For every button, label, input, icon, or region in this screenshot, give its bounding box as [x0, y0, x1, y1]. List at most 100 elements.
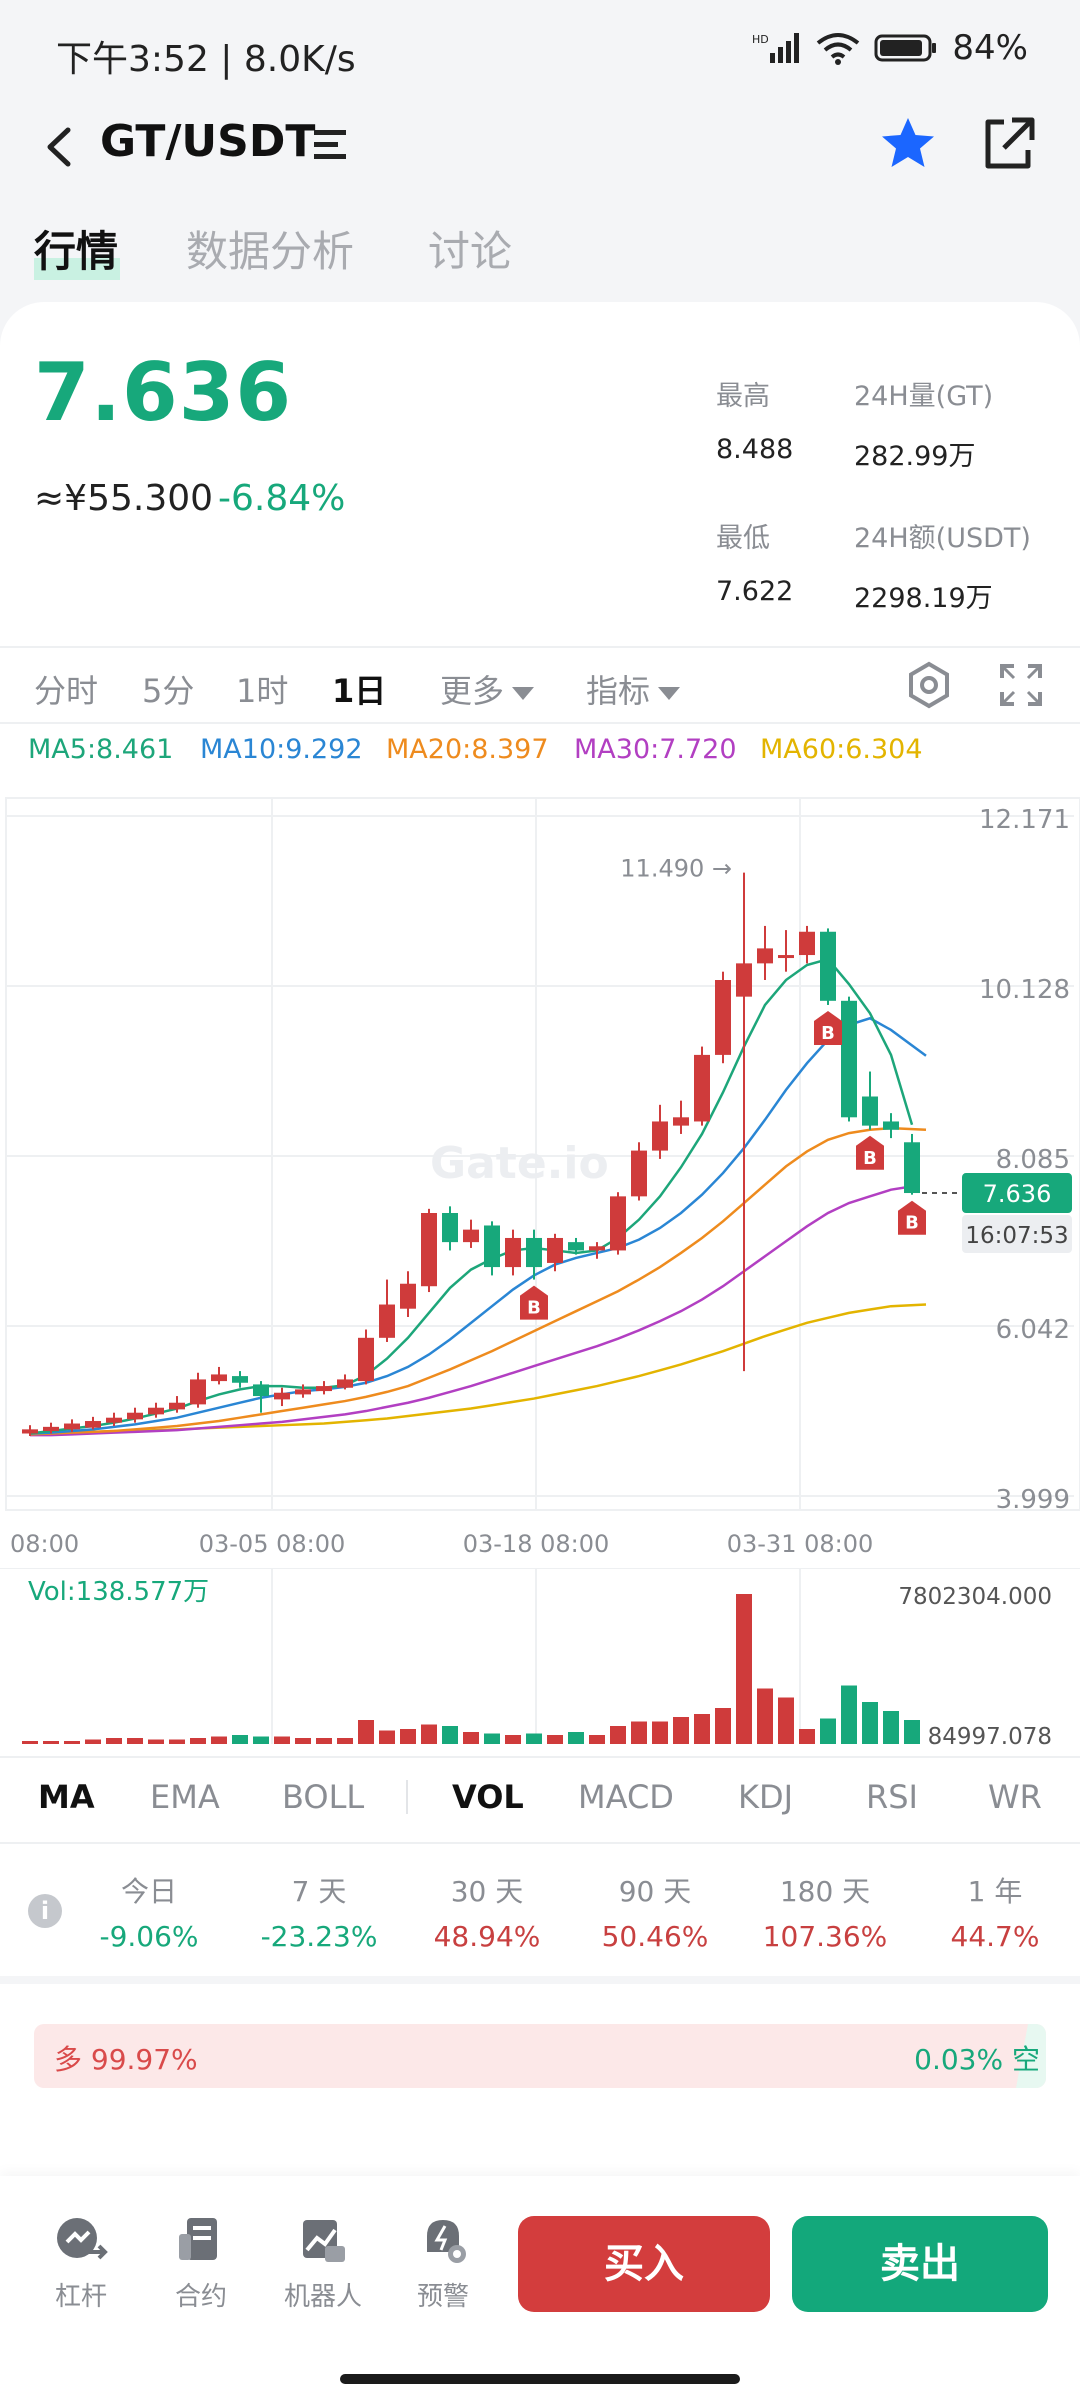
battery-icon: [874, 34, 937, 62]
futures-button[interactable]: 合约: [156, 2212, 246, 2313]
volume-bar: [505, 1735, 521, 1744]
pair-menu-icon[interactable]: [310, 124, 350, 164]
volume-bar: [736, 1594, 752, 1744]
volume-bar: [484, 1733, 500, 1744]
tab-discussion[interactable]: 讨论: [428, 218, 512, 279]
volume-bar: [106, 1738, 122, 1744]
high-label: 最高: [716, 381, 770, 412]
last-price-tag-label: 7.636: [983, 1180, 1052, 1208]
candle-body: [358, 1337, 374, 1382]
candle-body: [652, 1121, 668, 1151]
info-icon[interactable]: i: [28, 1894, 62, 1928]
candlestick-chart[interactable]: 12.171 10.128 8.085 6.042 3.999 Gate.io B B B B 11…: [0, 788, 1080, 1568]
perf-value: 50.46%: [601, 1920, 709, 1953]
period-more-label: 更多: [440, 672, 505, 710]
indicator-menu[interactable]: 指标: [586, 666, 681, 712]
candle-body: [610, 1196, 626, 1251]
period-line[interactable]: 分时: [34, 666, 98, 712]
volume-bar: [757, 1688, 773, 1744]
pair-title[interactable]: GT/USDT: [100, 116, 315, 167]
ma5-legend: MA5:8.461: [28, 734, 174, 765]
volume-bar: [85, 1739, 101, 1744]
ma60-legend: MA60:6.304: [760, 734, 923, 765]
volume-chart[interactable]: Vol:138.577万 7802304.000 84997.078: [0, 1568, 1080, 1752]
home-indicator[interactable]: [340, 2374, 740, 2384]
candle-body: [505, 1237, 521, 1268]
amt24-label: 24H额(USDT): [854, 523, 1031, 554]
sell-button[interactable]: 卖出: [792, 2216, 1048, 2312]
alert-button[interactable]: 预警: [398, 2212, 488, 2313]
volume-bar: [526, 1733, 542, 1744]
volume-bar: [631, 1721, 647, 1744]
candle-body: [64, 1423, 80, 1430]
volume-bar: [358, 1720, 374, 1744]
fullscreen-icon[interactable]: [996, 660, 1046, 710]
period-5m[interactable]: 5分: [142, 666, 194, 712]
volume-bar: [421, 1724, 437, 1744]
candle-body: [589, 1246, 605, 1251]
volume-bar: [295, 1738, 311, 1744]
ma10-legend: MA10:9.292: [200, 734, 363, 765]
period-1d[interactable]: 1日: [332, 666, 386, 712]
perf-label: 1 年: [967, 1875, 1023, 1908]
ind-macd[interactable]: MACD: [578, 1778, 674, 1816]
perf-value: -23.23%: [260, 1920, 378, 1953]
perf-label: 90 天: [618, 1875, 692, 1908]
candle-body: [190, 1379, 206, 1405]
chart-settings-icon[interactable]: [904, 660, 954, 710]
divider: [406, 1780, 408, 1814]
perf-value: 48.94%: [433, 1920, 541, 1953]
y-tick-label: 10.128: [979, 975, 1070, 1005]
divider: [0, 1756, 1080, 1758]
ind-ema[interactable]: EMA: [150, 1778, 220, 1816]
candle-body: [127, 1412, 143, 1420]
volume-bar: [379, 1730, 395, 1744]
volume-bar: [148, 1739, 164, 1744]
bot-button[interactable]: 机器人: [278, 2212, 368, 2313]
ind-ma[interactable]: MA: [38, 1778, 95, 1816]
y-tick-label: 12.171: [979, 805, 1070, 835]
tab-market[interactable]: 行情: [34, 218, 118, 279]
volume-bar: [211, 1736, 227, 1744]
ma60-line: [30, 1303, 927, 1434]
volume-bar: [463, 1732, 479, 1744]
amt24-value: 2298.19万: [854, 583, 993, 614]
candle-body: [274, 1392, 290, 1400]
status-bar: 下午3:52 | 8.0K/s HD 84%: [0, 0, 1080, 110]
perf-value: -9.06%: [99, 1920, 199, 1953]
futures-icon: [179, 2218, 217, 2260]
status-icons: HD 84%: [752, 28, 1028, 68]
long-ratio: 多 99.97%: [54, 2043, 198, 2076]
candle-body: [484, 1225, 500, 1268]
buy-marker-label: B: [905, 1213, 919, 1234]
tab-data-analysis[interactable]: 数据分析: [186, 218, 354, 279]
candle-body: [799, 931, 815, 956]
high-price-marker: 11.490 →: [620, 855, 732, 883]
low-label: 最低: [716, 523, 770, 554]
price-change: -6.84%: [218, 478, 346, 519]
volume-bar: [862, 1702, 878, 1744]
leverage-icon: [57, 2218, 108, 2260]
bot-label: 机器人: [283, 2282, 362, 2312]
ind-kdj[interactable]: KDJ: [738, 1778, 793, 1816]
x-tick-label: 03-05 08:00: [199, 1530, 346, 1558]
candle-body: [295, 1389, 311, 1395]
status-time: 下午3:52 | 8.0K/s: [56, 39, 356, 80]
alert-bell-icon: [427, 2220, 466, 2263]
perf-label: 7 天: [291, 1875, 347, 1908]
vol24-label: 24H量(GT): [854, 381, 994, 412]
ind-vol[interactable]: VOL: [452, 1778, 524, 1816]
back-icon[interactable]: [30, 112, 90, 182]
ind-wr[interactable]: WR: [988, 1778, 1042, 1816]
leverage-button[interactable]: 杠杆: [36, 2212, 126, 2313]
favorite-star-icon[interactable]: [876, 112, 940, 176]
divider: [0, 646, 1080, 648]
period-more[interactable]: 更多: [440, 666, 535, 712]
ind-rsi[interactable]: RSI: [866, 1778, 918, 1816]
buy-button[interactable]: 买入: [518, 2216, 770, 2312]
ind-boll[interactable]: BOLL: [282, 1778, 364, 1816]
share-icon[interactable]: [976, 112, 1040, 176]
volume-bar: [253, 1736, 269, 1744]
indicator-menu-label: 指标: [586, 672, 651, 710]
period-1h[interactable]: 1时: [236, 666, 288, 712]
